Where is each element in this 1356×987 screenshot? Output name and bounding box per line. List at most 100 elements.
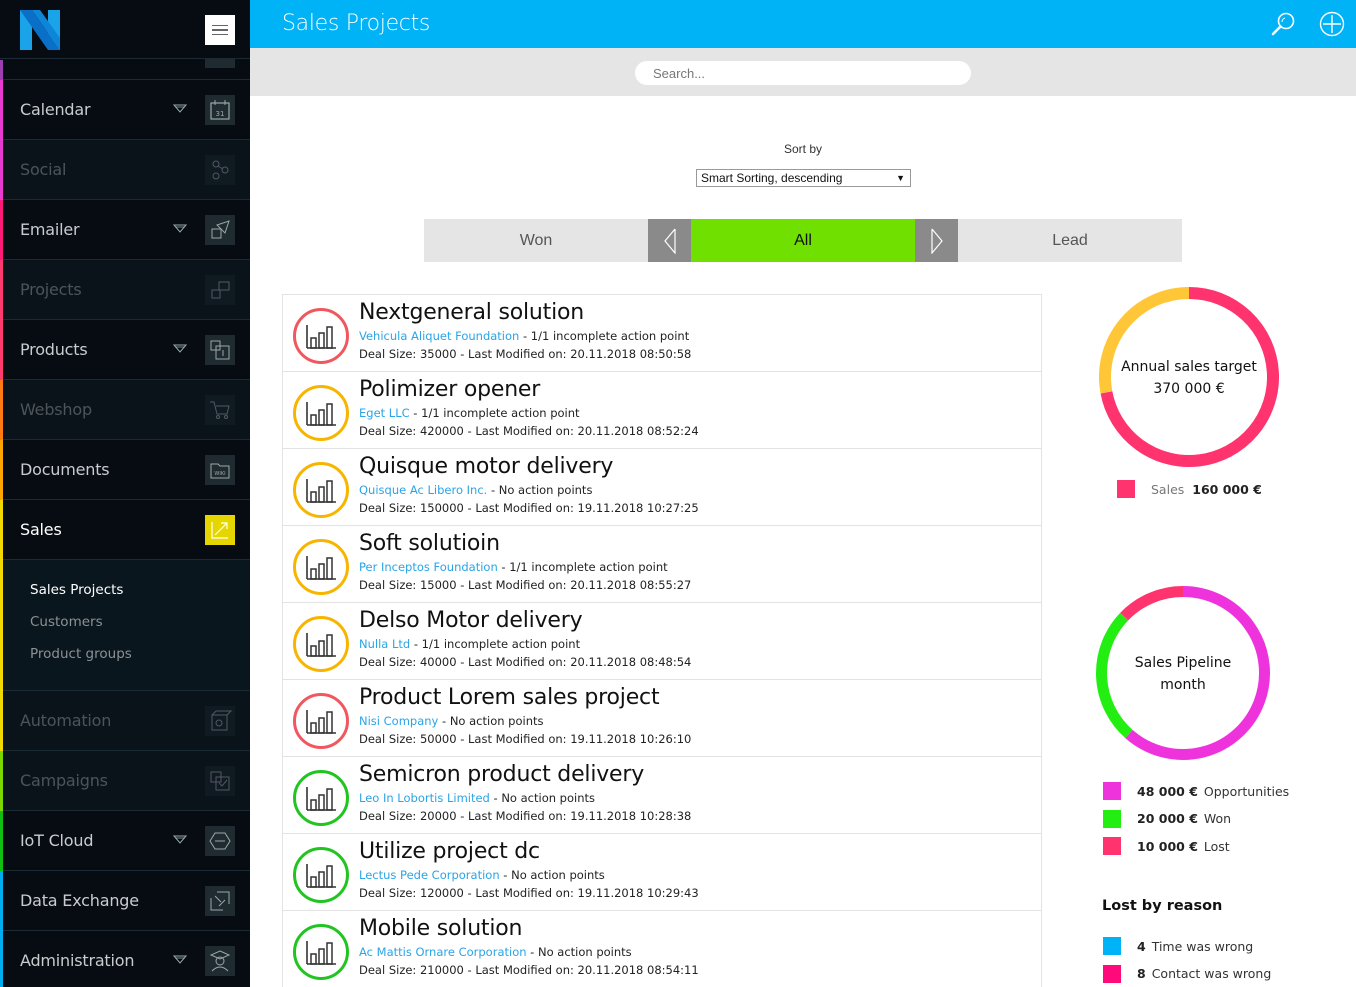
sidebar-item-webshop[interactable]: Webshop [0,380,250,440]
sidebar-stripe [0,140,3,200]
project-name[interactable]: Polimizer opener [359,377,540,402]
modified-value: 20.11.2018 08:48:54 [570,655,692,669]
search-icon[interactable] [1270,11,1296,37]
sidebar-item-products[interactable]: Products [0,320,250,380]
tab-won[interactable]: Won [424,219,648,262]
project-name[interactable]: Quisque motor delivery [359,454,613,479]
sidebar-item-label: Administration [20,951,135,970]
project-row[interactable]: Quisque motor delivery Quisque Ac Libero … [283,449,1041,526]
deal-size-label: Deal Size: [359,732,420,746]
sidebar-stripe [0,440,3,500]
deal-size-value: 420000 [419,424,464,438]
logo-icon[interactable] [20,10,60,50]
customer-link[interactable]: Per Inceptos Foundation [359,560,498,574]
project-row[interactable]: Mobile solution Ac Mattis Ornare Corporat… [283,911,1041,987]
sidebar-item-automation[interactable]: Automation [0,691,250,751]
customer-link[interactable]: Nulla Ltd [359,637,410,651]
project-row[interactable]: Product Lorem sales project Nisi Company … [283,680,1041,757]
legend-label: Opportunities [1203,783,1290,799]
sidebar-item-projects[interactable]: Projects [0,260,250,320]
submenu-item-customers[interactable]: Customers [0,612,250,644]
status-filter: Won All Lead [424,219,1182,262]
project-name[interactable]: Utilize project dc [359,839,540,864]
sidebar-item-campaigns[interactable]: Campaigns [0,751,250,811]
submenu-item-product-groups[interactable]: Product groups [0,644,250,676]
bar-chart-icon [306,325,336,349]
project-name[interactable]: Mobile solution [359,916,522,941]
sidebar-item-social[interactable]: Social [0,140,250,200]
sort-label: Sort by [783,142,822,156]
customer-link[interactable]: Vehicula Aliquet Foundation [359,329,519,343]
donut-segment-lost [1120,586,1184,621]
chevron-down-icon [173,835,187,844]
tab-all[interactable]: All [691,219,915,262]
modified-label: - Last Modified on: [456,732,571,746]
legend-swatch [1117,480,1135,498]
search-input[interactable] [635,61,971,85]
hamburger-icon-line [212,24,228,27]
wiki-folder-icon: WIKI [210,463,230,479]
sidebar-item-documents[interactable]: Documents WIKI [0,440,250,500]
action-points-status: 1/1 incomplete action point [421,637,581,651]
pipeline-title-line1: Sales Pipeline [1134,655,1232,671]
hamburger-icon-line [212,29,228,31]
submenu-item-sales-projects[interactable]: Sales Projects [0,580,250,612]
projects-icon [211,281,230,299]
send-mail-icon [211,220,230,239]
customer-link[interactable]: Leo In Lobortis Limited [359,791,490,805]
project-name[interactable]: Soft solutioin [359,531,500,556]
calendar-icon: 31 [210,100,230,120]
modified-value: 19.11.2018 10:29:43 [577,886,699,900]
data-exchange-icon [210,891,230,911]
sidebar-item-administration[interactable]: Administration [0,931,250,987]
lost-count: 8 [1137,966,1146,981]
project-row[interactable]: Delso Motor delivery Nulla Ltd - 1/1 inco… [283,603,1041,680]
sidebar-item-label: Social [20,160,67,179]
project-name[interactable]: Nextgeneral solution [359,300,584,325]
sidebar-stripe [0,200,3,260]
tab-lead[interactable]: Lead [958,219,1182,262]
project-row[interactable]: Soft solutioin Per Inceptos Foundation - … [283,526,1041,603]
modified-label: - Last Modified on: [463,424,578,438]
sidebar-item-sales[interactable]: Sales [0,500,250,560]
project-row[interactable]: Nextgeneral solution Vehicula Aliquet Fou… [283,295,1041,372]
sidebar-icon-box [205,515,235,545]
modified-label: - Last Modified on: [456,809,571,823]
sidebar-item-calendar[interactable]: Calendar 31 [0,80,250,140]
prev-filter-button[interactable] [648,219,691,262]
next-filter-button[interactable] [915,219,958,262]
pipeline-legend-item: 10 000 € Lost [1103,837,1230,855]
sidebar-icon-box: 31 [205,95,235,125]
customer-link[interactable]: Nisi Company [359,714,438,728]
customer-link[interactable]: Eget LLC [359,406,410,420]
action-points-status: No action points [538,945,632,959]
sidebar-item-label: Data Exchange [20,891,139,910]
customer-link[interactable]: Quisque Ac Libero Inc. [359,483,487,497]
lost-count: 4 [1137,938,1146,954]
separator: - [499,868,512,882]
sidebar-item-data-exchange[interactable]: Data Exchange [0,871,250,931]
brand-bar [0,0,250,59]
project-name[interactable]: Semicron product delivery [359,762,644,787]
project-row[interactable]: Utilize project dc Lectus Pede Corporatio… [283,834,1041,911]
bar-chart-icon [306,402,336,426]
sidebar-item-iot-cloud[interactable]: IoT Cloud [0,811,250,871]
project-name[interactable]: Delso Motor delivery [359,608,583,633]
annual-legend: Sales 160 000 € [1117,480,1268,498]
project-details: Deal Size: 20000 - Last Modified on: 19.… [359,809,691,823]
menu-toggle-button[interactable] [205,15,235,45]
customer-link[interactable]: Ac Mattis Ornare Corporation [359,945,527,959]
project-meta: Lectus Pede Corporation - No action poin… [359,868,605,882]
sidebar-item-emailer[interactable]: Emailer [0,200,250,260]
sidebar-nav: Calendar 31 Social Emailer Projects Products W… [0,20,250,987]
chevron-down-icon [173,224,187,233]
add-circle-icon[interactable] [1319,11,1345,37]
lost-reason-item: 4 Time was wrong [1103,937,1253,955]
sales-submenu: Sales Projects Customers Product groups [0,560,250,691]
deal-size-label: Deal Size: [359,963,420,977]
customer-link[interactable]: Lectus Pede Corporation [359,868,500,882]
project-row[interactable]: Polimizer opener Eget LLC - 1/1 incomplet… [283,372,1041,449]
project-row[interactable]: Semicron product delivery Leo In Lobortis… [283,757,1041,834]
sort-select[interactable]: Smart Sorting, descending ▼ [696,169,911,187]
project-name[interactable]: Product Lorem sales project [359,685,660,710]
